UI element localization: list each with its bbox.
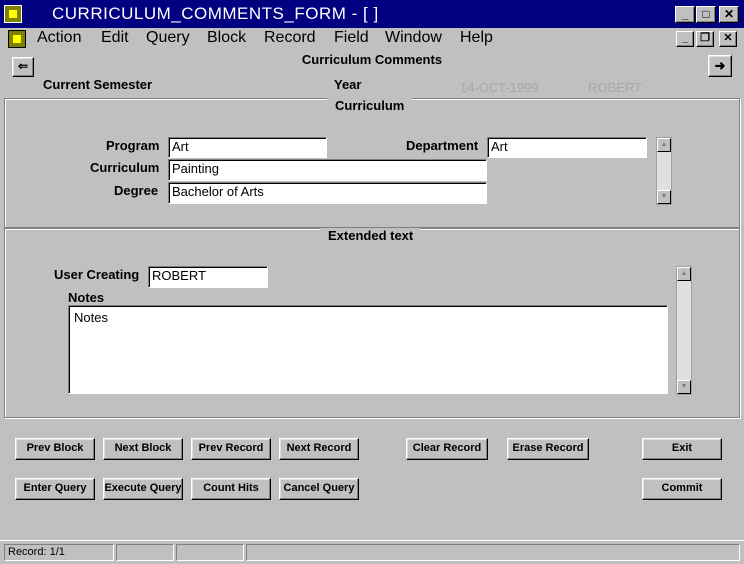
form-title: Curriculum Comments (301, 52, 443, 67)
notes-scrollbar[interactable]: ▲ ▼ (676, 266, 692, 395)
menu-field[interactable]: Field (334, 29, 369, 47)
menu-record[interactable]: Record (264, 29, 316, 47)
document-icon[interactable] (8, 30, 26, 48)
commit-button[interactable]: Commit (642, 478, 722, 500)
status-cell-3 (176, 544, 244, 561)
cancel-query-button[interactable]: Cancel Query (279, 478, 359, 500)
program-field[interactable]: Art (168, 137, 327, 158)
scroll-down-icon[interactable]: ▼ (677, 380, 691, 394)
user-creating-field[interactable]: ROBERT (148, 266, 268, 288)
department-label: Department (406, 138, 479, 153)
minimize-button[interactable]: _ (675, 6, 695, 23)
date-display: 14-OCT-1999 (460, 80, 539, 95)
mdi-restore-button[interactable]: ❐ (696, 31, 714, 47)
count-hits-button[interactable]: Count Hits (191, 478, 271, 500)
menu-bar: Action Edit Query Block Record Field Win… (0, 28, 744, 50)
degree-label: Degree (114, 183, 159, 198)
current-semester-label: Current Semester (43, 77, 153, 92)
user-display: ROBERT (588, 80, 642, 95)
close-button[interactable]: ✕ (719, 6, 739, 23)
year-label: Year (334, 77, 362, 92)
erase-record-button[interactable]: Erase Record (507, 438, 589, 460)
mdi-minimize-button[interactable]: _ (676, 31, 694, 47)
exit-button[interactable]: Exit (642, 438, 722, 460)
user-creating-label: User Creating (54, 267, 140, 282)
menu-block[interactable]: Block (207, 29, 246, 47)
scroll-down-icon[interactable]: ▼ (657, 190, 671, 204)
notes-label: Notes (68, 290, 105, 305)
department-field[interactable]: Art (487, 137, 647, 158)
status-bar: Record: 1/1 (0, 540, 744, 564)
program-label: Program (106, 138, 160, 153)
scroll-up-icon[interactable]: ▲ (677, 267, 691, 281)
curriculum-label: Curriculum (90, 160, 160, 175)
title-bar: CURRICULUM_COMMENTS_FORM - [ ] _ □ ✕ (0, 0, 744, 28)
status-cell-4 (246, 544, 740, 561)
menu-query[interactable]: Query (146, 29, 190, 47)
curriculum-field[interactable]: Painting (168, 159, 487, 181)
menu-edit[interactable]: Edit (101, 29, 129, 47)
extended-text-section-title: Extended text (320, 228, 422, 243)
scroll-up-icon[interactable]: ▲ (657, 138, 671, 152)
next-block-button[interactable]: Next Block (103, 438, 183, 460)
record-status: Record: 1/1 (4, 544, 114, 561)
prev-block-button[interactable]: Prev Block (15, 438, 95, 460)
prev-record-button[interactable]: Prev Record (191, 438, 271, 460)
next-record-button[interactable]: Next Record (279, 438, 359, 460)
next-arrow-button[interactable]: ➜ (708, 55, 732, 77)
menu-help[interactable]: Help (460, 29, 493, 47)
menu-window[interactable]: Window (385, 29, 442, 47)
mdi-close-button[interactable]: ✕ (719, 31, 737, 47)
execute-query-button[interactable]: Execute Query (103, 478, 183, 500)
maximize-button[interactable]: □ (696, 6, 716, 23)
degree-field[interactable]: Bachelor of Arts (168, 182, 487, 204)
app-icon[interactable] (4, 5, 22, 23)
window-title: CURRICULUM_COMMENTS_FORM - [ ] (52, 4, 379, 23)
notes-textarea[interactable]: Notes (68, 305, 668, 394)
clear-record-button[interactable]: Clear Record (406, 438, 488, 460)
curriculum-section-title: Curriculum (327, 98, 413, 113)
curriculum-scrollbar[interactable]: ▲ ▼ (656, 137, 672, 205)
menu-action[interactable]: Action (37, 29, 81, 47)
enter-query-button[interactable]: Enter Query (15, 478, 95, 500)
status-cell-2 (116, 544, 174, 561)
